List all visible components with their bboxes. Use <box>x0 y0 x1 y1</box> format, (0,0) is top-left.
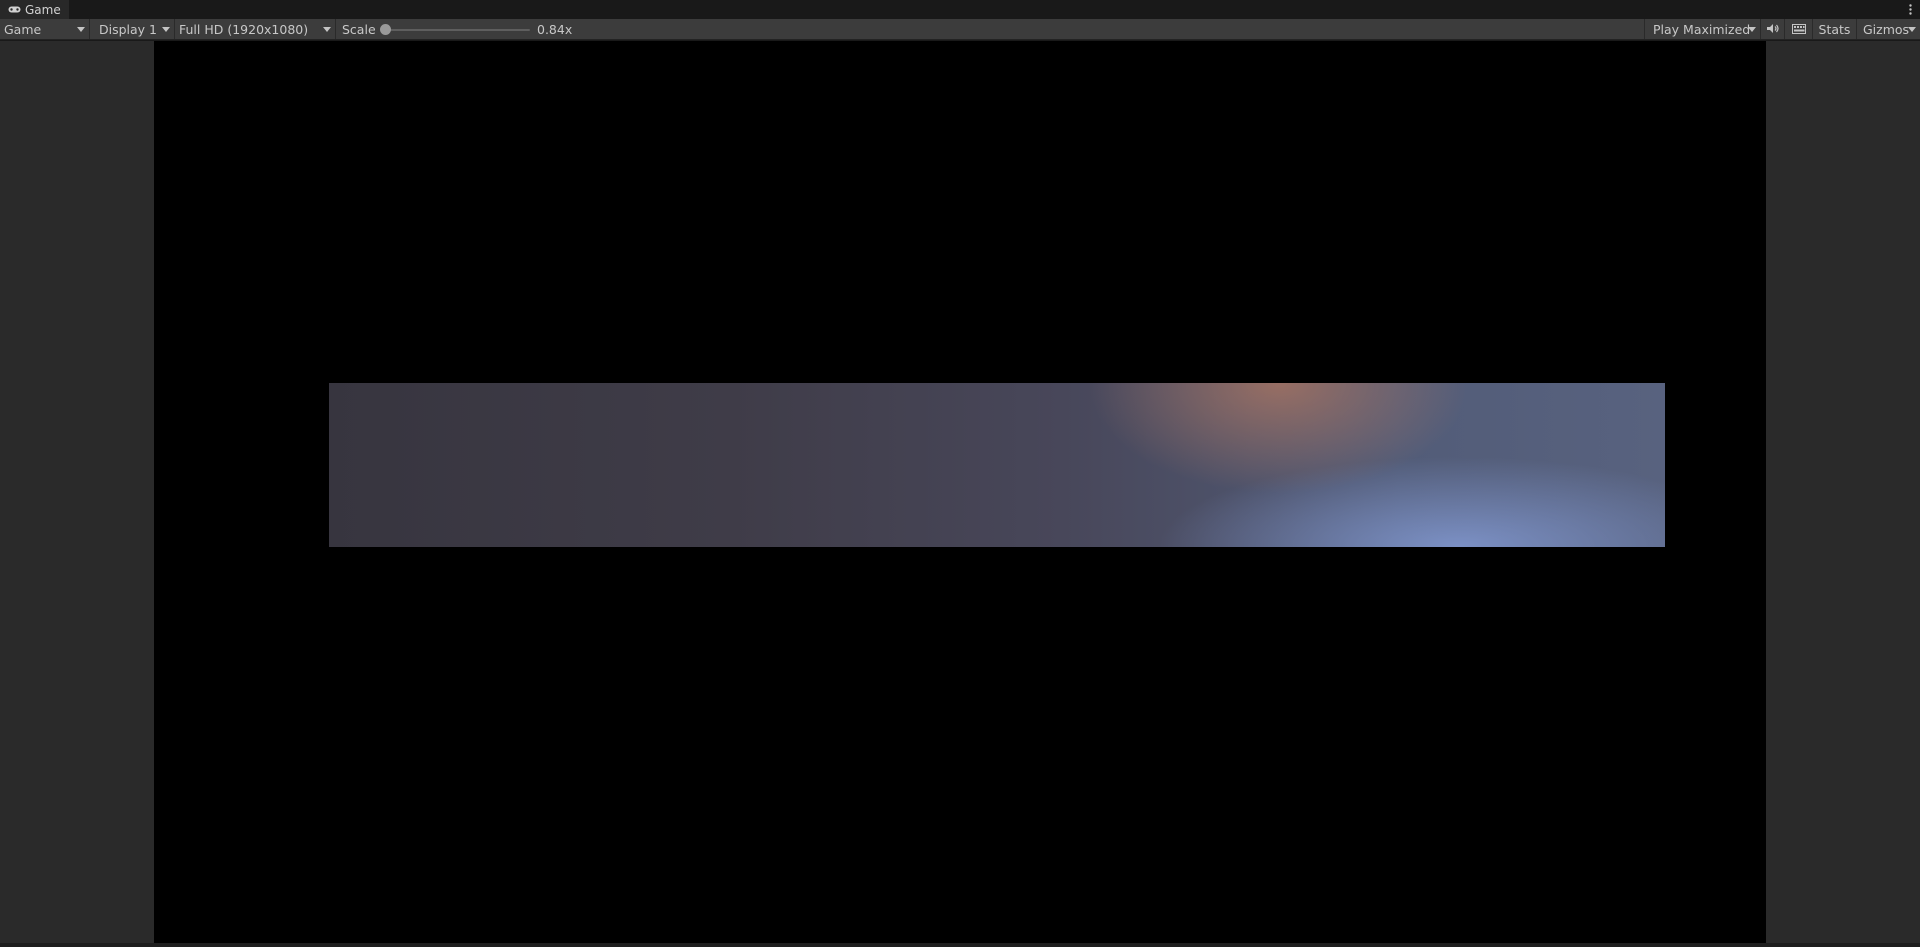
chevron-down-icon <box>1748 27 1756 32</box>
chevron-down-icon <box>77 27 85 32</box>
stats-label: Stats <box>1818 21 1851 37</box>
kebab-menu-icon[interactable] <box>1906 1 1914 18</box>
view-mode-dropdown[interactable]: Game <box>0 19 90 39</box>
gamepad-icon <box>8 5 21 14</box>
scale-label: Scale <box>342 22 376 37</box>
rendered-skybox-strip <box>329 383 1665 547</box>
tab-title: Game <box>25 2 61 17</box>
gizmos-label: Gizmos <box>1863 21 1910 37</box>
shortcuts-button[interactable] <box>1784 19 1812 39</box>
mute-audio-button[interactable] <box>1760 19 1784 39</box>
tab-bar: Game <box>0 0 1920 19</box>
scale-slider-track[interactable] <box>384 29 530 31</box>
game-toolbar: Game Display 1 Full HD (1920x1080) Play … <box>0 19 1920 40</box>
chevron-down-icon <box>1908 27 1916 32</box>
scale-value: 0.84x <box>537 22 573 37</box>
play-mode-label: Play Maximized <box>1653 21 1751 37</box>
resolution-label: Full HD (1920x1080) <box>179 21 309 37</box>
view-mode-label: Game <box>4 21 42 37</box>
chevron-down-icon <box>162 27 170 32</box>
gizmos-dropdown[interactable]: Gizmos <box>1856 19 1920 39</box>
speaker-icon <box>1766 22 1779 37</box>
stats-button[interactable]: Stats <box>1812 19 1856 39</box>
resolution-dropdown[interactable]: Full HD (1920x1080) <box>175 19 336 39</box>
window-bottom-edge <box>0 943 1920 947</box>
keyboard-icon <box>1791 22 1806 37</box>
scale-slider-handle[interactable] <box>380 24 391 35</box>
display-dropdown[interactable]: Display 1 <box>95 19 175 39</box>
play-mode-dropdown[interactable]: Play Maximized <box>1644 19 1760 39</box>
chevron-down-icon <box>323 27 331 32</box>
game-tab[interactable]: Game <box>0 0 69 19</box>
display-label: Display 1 <box>99 21 158 37</box>
